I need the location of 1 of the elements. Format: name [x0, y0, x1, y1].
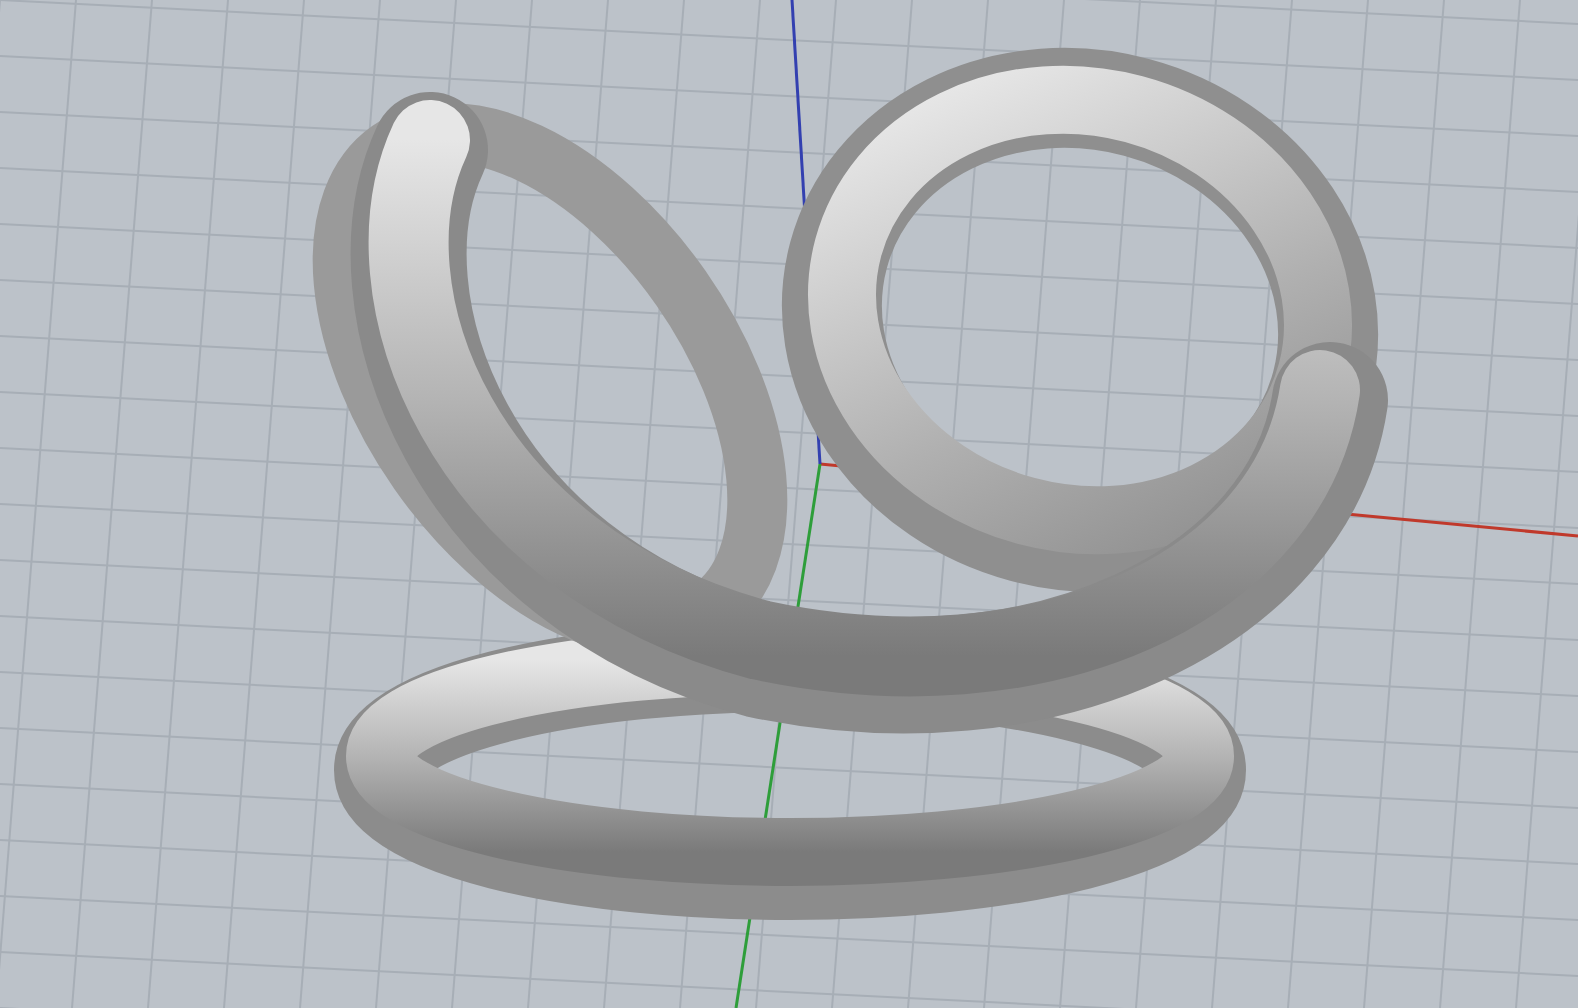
viewport[interactable] [0, 0, 1578, 1008]
